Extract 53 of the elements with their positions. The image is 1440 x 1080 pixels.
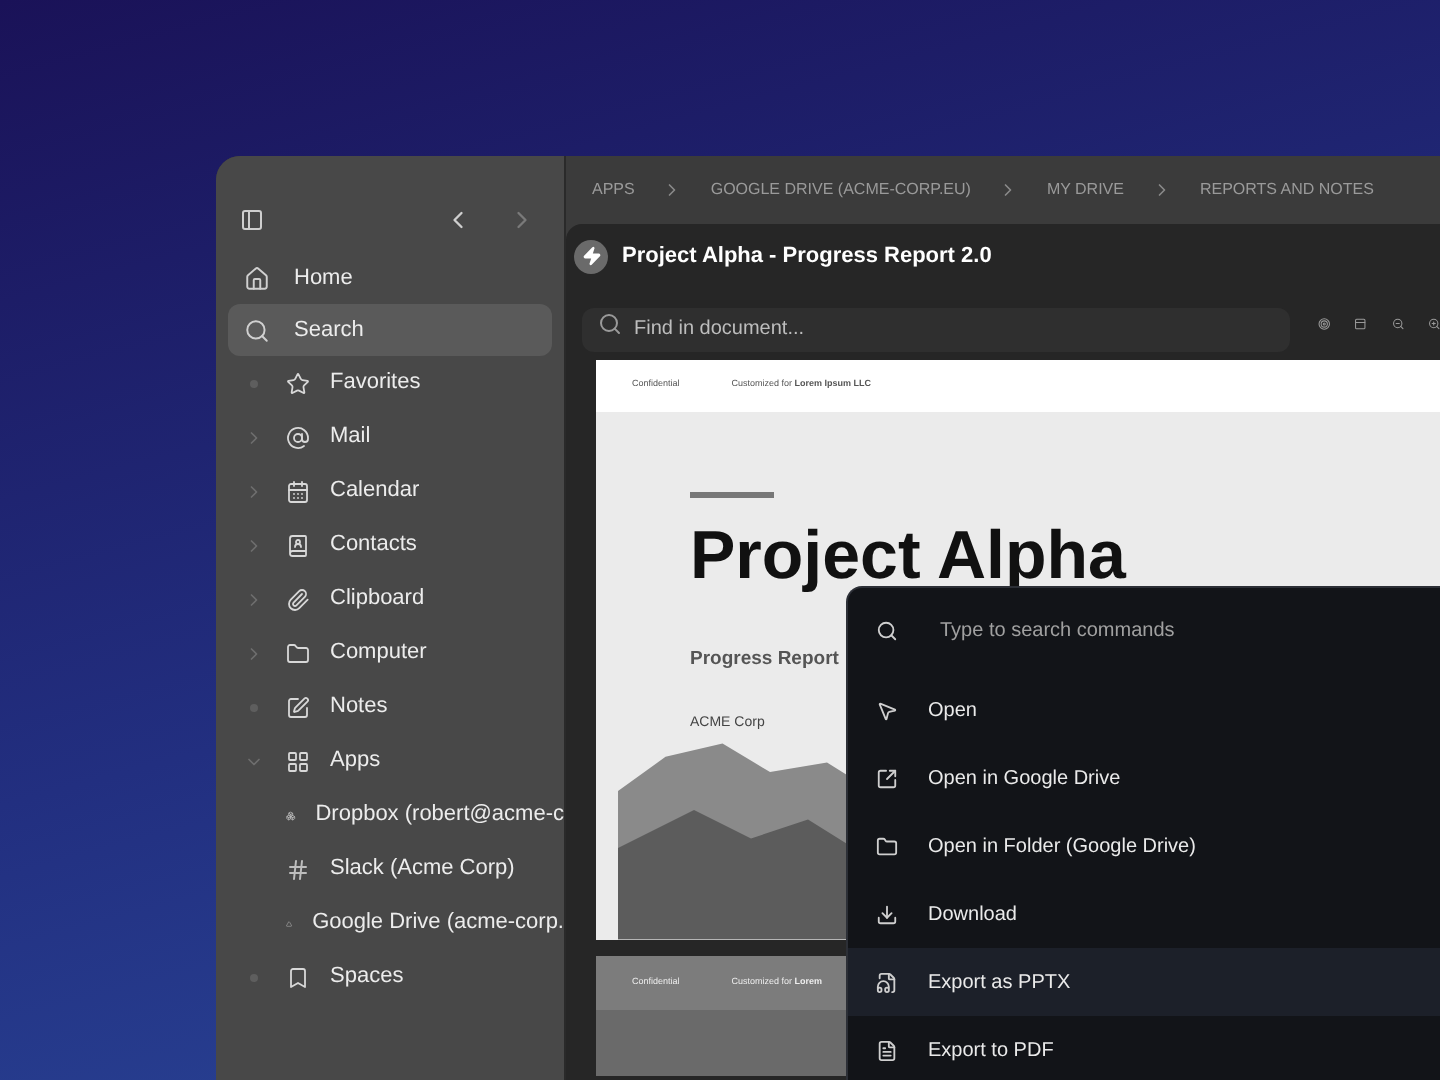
- external-link-icon: [876, 767, 898, 789]
- sidebar-item[interactable]: Computer: [216, 626, 564, 680]
- pointer-icon: [876, 699, 898, 721]
- sidebar-item[interactable]: Apps: [216, 734, 564, 788]
- grid-icon: [286, 749, 310, 773]
- contact-book-icon: [286, 533, 310, 557]
- command-item[interactable]: Open in Folder (Google Drive): [848, 812, 1440, 880]
- file-icon: [876, 1039, 898, 1061]
- file-icon: [876, 971, 898, 993]
- folder-icon: [286, 641, 310, 665]
- viewer-title: Project Alpha - Progress Report 2.0: [622, 241, 992, 272]
- bolt-icon: [574, 239, 608, 273]
- calendar-icon: [286, 479, 310, 503]
- breadcrumb-item[interactable]: REPORTS AND NOTES: [1199, 178, 1374, 202]
- document-subtitle: Progress Report: [690, 645, 841, 674]
- sidebar-item[interactable]: Mail: [216, 410, 564, 464]
- sidebar-item[interactable]: Notes: [216, 680, 564, 734]
- sidebar-item[interactable]: Dropbox (robert@acme-c: [216, 788, 564, 842]
- breadcrumb-item[interactable]: MY DRIVE: [1046, 178, 1124, 202]
- sidebar-toggle-icon[interactable]: [240, 208, 264, 232]
- breadcrumb-item[interactable]: APPS: [592, 178, 635, 202]
- sidebar-item[interactable]: Google Drive (acme-corp.: [216, 896, 564, 950]
- command-search-field[interactable]: Type to search commands: [940, 615, 1380, 645]
- breadcrumb-item[interactable]: GOOGLE DRIVE (ACME-CORP.EU): [710, 178, 971, 202]
- sidebar-item[interactable]: Clipboard: [216, 572, 564, 626]
- download-icon: [876, 903, 898, 925]
- bookmark-icon: [286, 965, 310, 989]
- sidebar-item[interactable]: Calendar: [216, 464, 564, 518]
- command-item[interactable]: Download: [848, 880, 1440, 948]
- home-icon: [244, 265, 270, 291]
- accent-bar: [690, 491, 774, 498]
- command-item[interactable]: Open: [848, 676, 1440, 744]
- folder-icon: [876, 835, 898, 857]
- pen-square-icon: [286, 695, 310, 719]
- search-icon: [244, 317, 270, 343]
- command-item[interactable]: Export to PDF: [848, 1016, 1440, 1080]
- sidebar-item[interactable]: Home: [228, 252, 552, 304]
- paperclip-icon: [286, 587, 310, 611]
- command-item[interactable]: Open in Google Drive: [848, 744, 1440, 812]
- sidebar-item[interactable]: Contacts: [216, 518, 564, 572]
- sidebar-item[interactable]: Favorites: [216, 356, 564, 410]
- search-icon: [598, 312, 622, 336]
- star-icon: [286, 371, 310, 395]
- sidebar-item[interactable]: Spaces: [216, 950, 564, 1004]
- command-item[interactable]: Export as PPTX: [848, 948, 1440, 1016]
- sidebar-item[interactable]: Slack (Acme Corp): [216, 842, 564, 896]
- target-icon[interactable]: [1318, 312, 1331, 336]
- hash-icon: [286, 857, 310, 881]
- find-field[interactable]: Find in document...: [582, 307, 1290, 351]
- search-icon: [876, 619, 898, 641]
- at-sign-icon: [286, 425, 310, 449]
- sidebar-item[interactable]: Search: [228, 304, 552, 356]
- document-title: Project Alpha: [690, 521, 1129, 590]
